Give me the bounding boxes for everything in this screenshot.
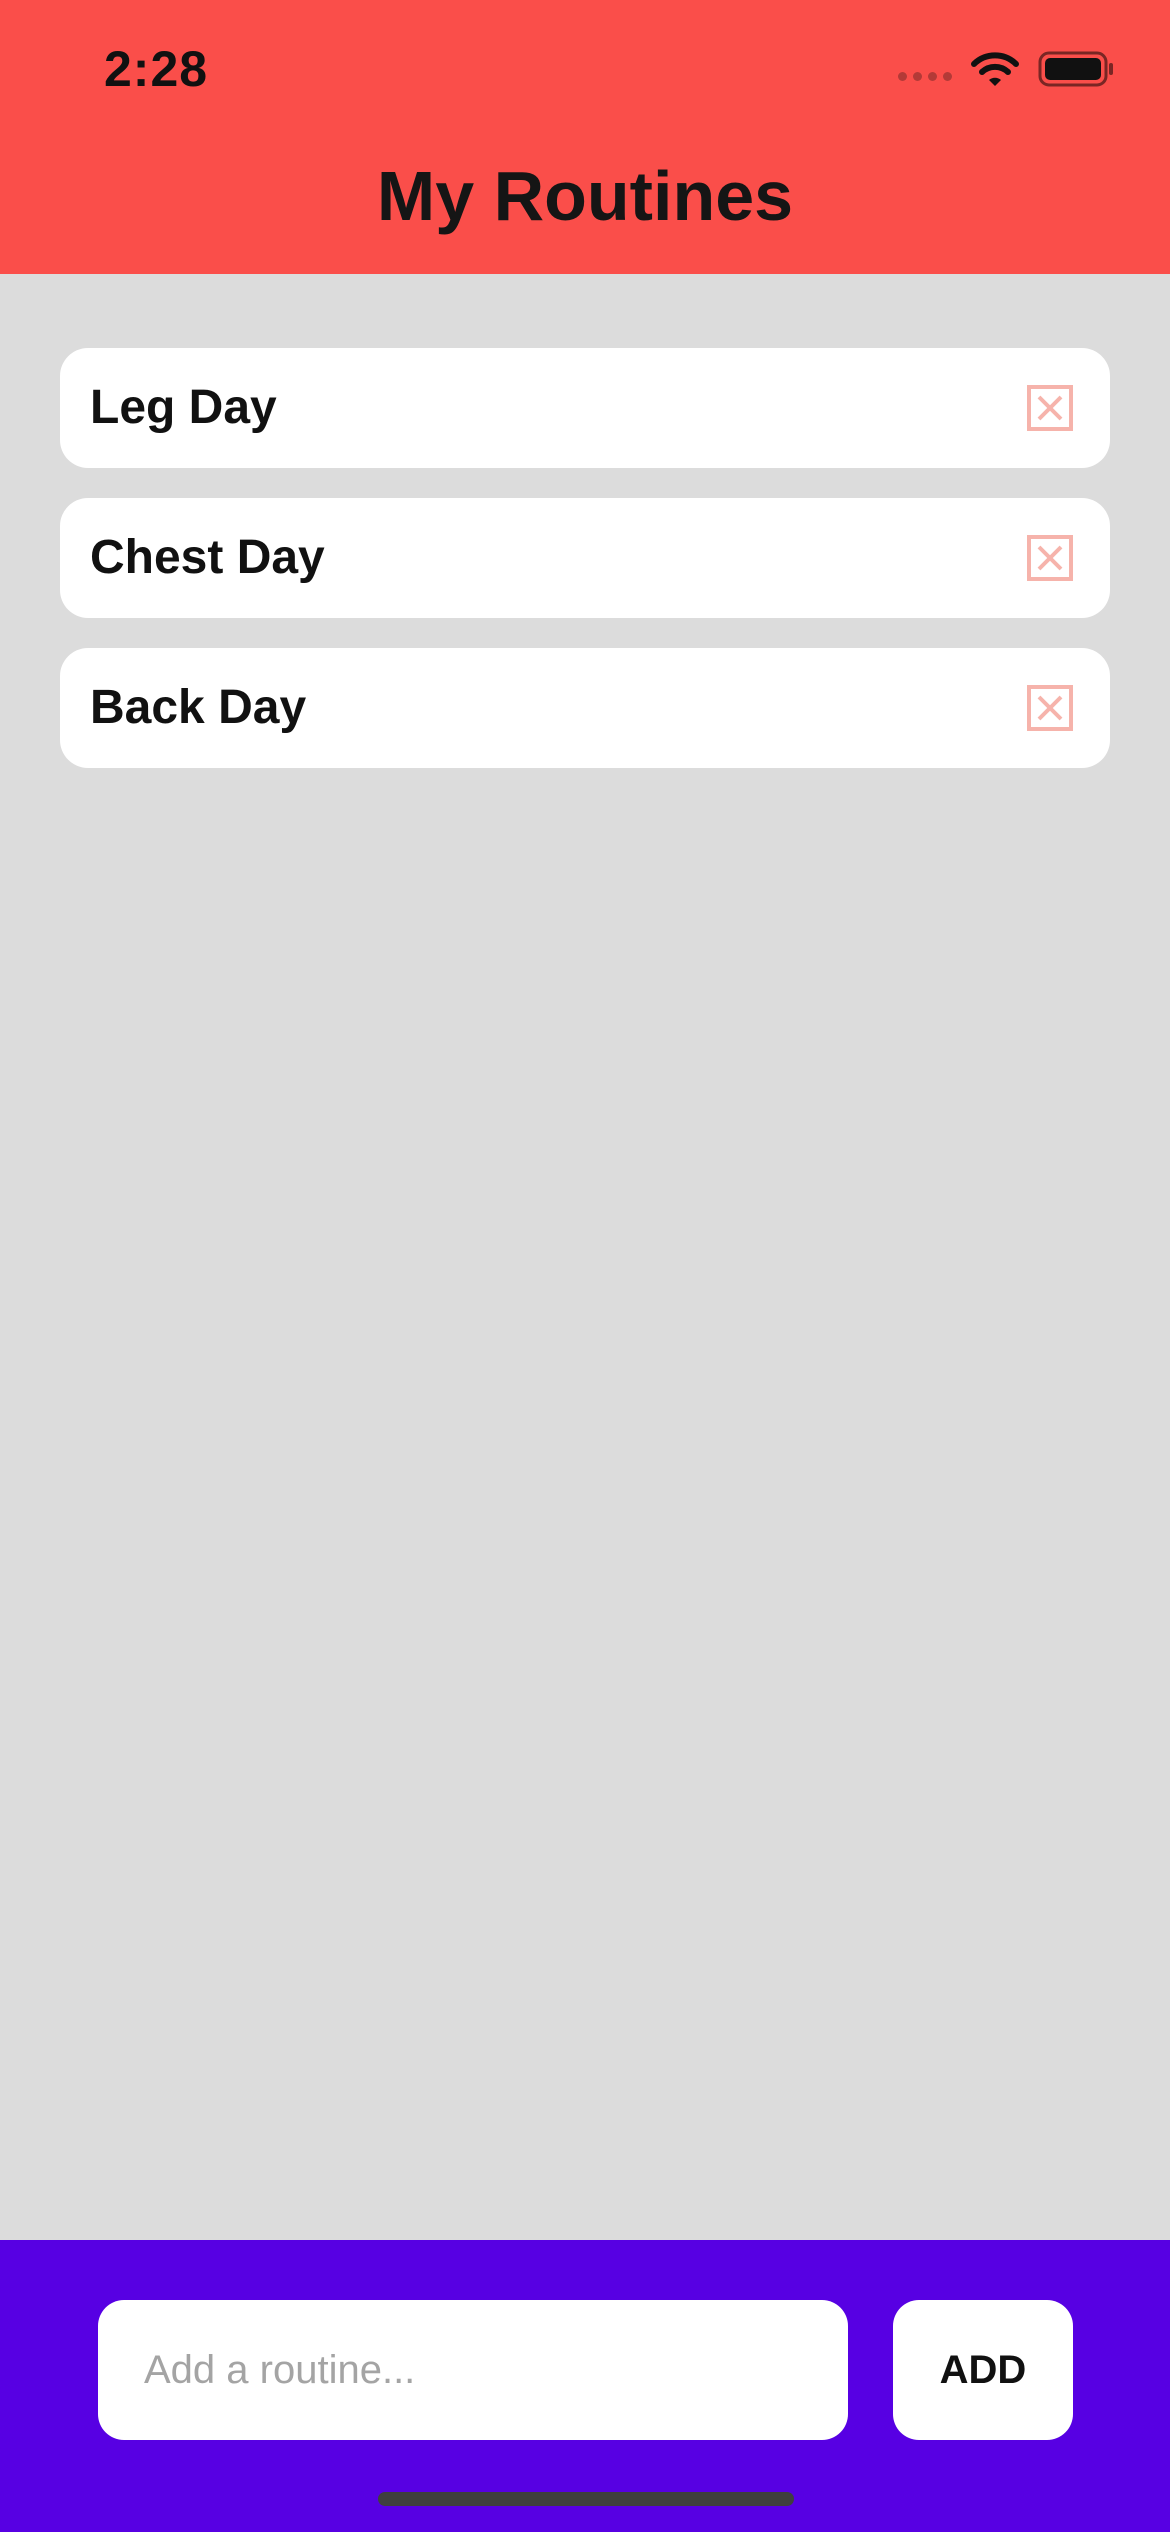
routine-list: Leg Day Chest Day Back Day [60,348,1110,798]
home-indicator[interactable] [378,2492,794,2506]
routine-name: Chest Day [90,531,325,584]
close-box-icon[interactable] [1026,384,1074,432]
battery-icon [1038,51,1113,87]
close-box-icon[interactable] [1026,534,1074,582]
add-button[interactable]: ADD [893,2300,1073,2440]
routine-item[interactable]: Back Day [60,648,1110,768]
add-routine-bar: ADD [0,2240,1170,2532]
status-time: 2:28 [104,41,209,97]
routine-name: Back Day [90,681,307,734]
page-title: My Routines [376,157,794,235]
routine-name: Leg Day [90,381,277,434]
wifi-icon [971,52,1019,86]
app-header: 2:28 My Routines [0,0,1170,274]
routine-item[interactable]: Chest Day [60,498,1110,618]
routine-item[interactable]: Leg Day [60,348,1110,468]
routine-input[interactable] [98,2300,848,2440]
close-box-icon[interactable] [1026,684,1074,732]
status-icons [898,50,1114,88]
cellular-signal-icon [898,71,952,81]
